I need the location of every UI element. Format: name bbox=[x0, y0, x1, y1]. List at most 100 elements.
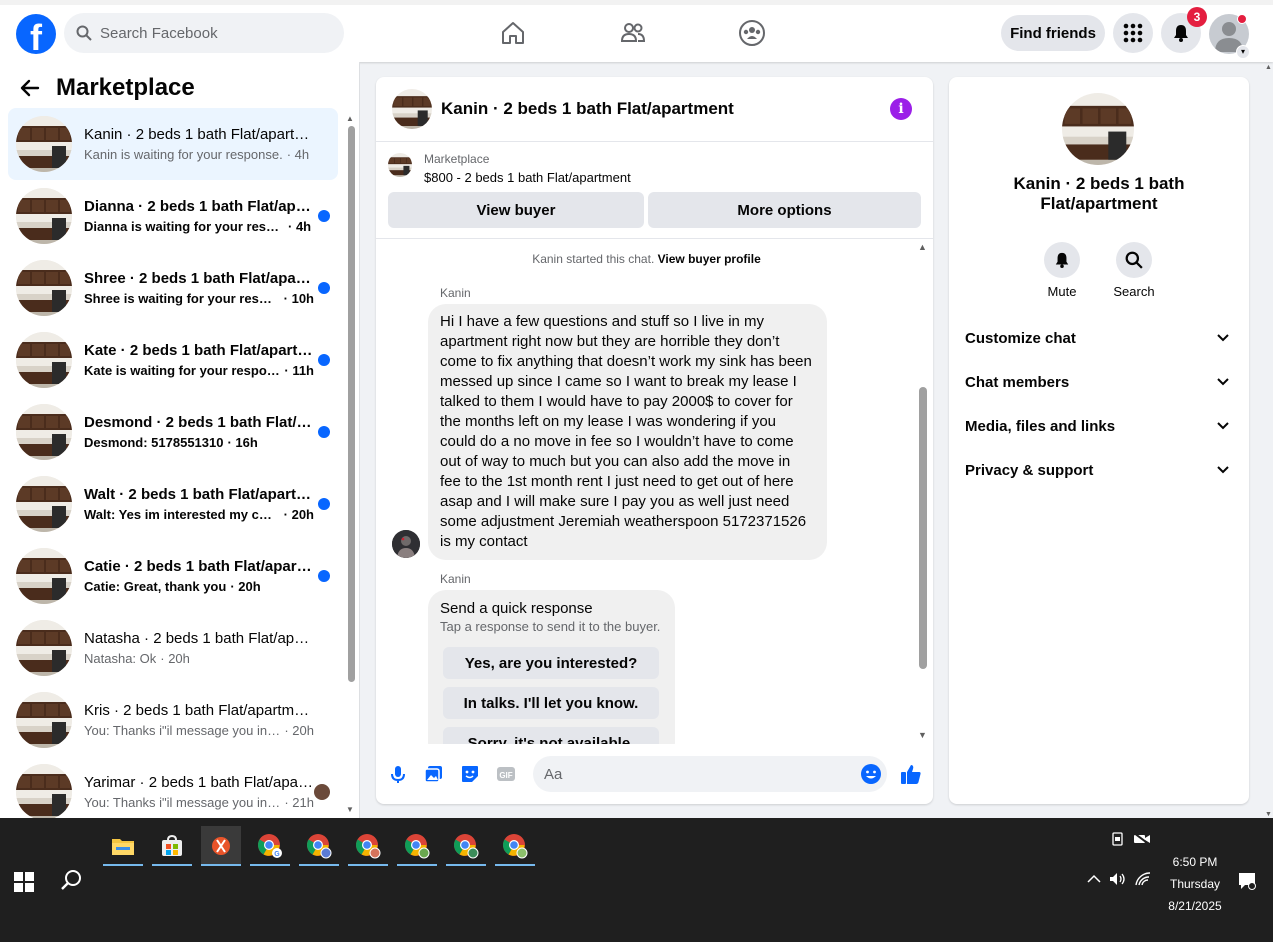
listing-thumbnail bbox=[16, 188, 72, 244]
speaker-icon[interactable] bbox=[1109, 872, 1127, 886]
microphone-icon[interactable] bbox=[386, 762, 410, 786]
conversation-preview: Kate is waiting for your response. · 11h bbox=[84, 363, 314, 378]
customize-chat-row[interactable]: Customize chat bbox=[965, 316, 1233, 360]
sidebar-header: Marketplace bbox=[20, 74, 195, 102]
listing-price[interactable]: $800 - 2 beds 1 bath Flat/apartment bbox=[424, 170, 631, 185]
conversation-item[interactable]: Kate · 2 beds 1 bath Flat/apartment Kate … bbox=[8, 324, 338, 396]
menu-grid-button[interactable] bbox=[1113, 13, 1153, 53]
store-icon[interactable] bbox=[152, 826, 192, 866]
preview-time: · 16h bbox=[227, 435, 258, 450]
photo-icon[interactable] bbox=[422, 762, 446, 786]
groups-nav-icon[interactable] bbox=[736, 17, 768, 49]
notifications-button[interactable]: 3 bbox=[1161, 7, 1207, 53]
facebook-logo[interactable]: f bbox=[16, 14, 56, 54]
home-nav-icon[interactable] bbox=[497, 17, 529, 49]
system-clock[interactable]: 6:50 PM Thursday 8/21/2025 bbox=[1160, 851, 1230, 917]
listing-thumbnail bbox=[16, 404, 72, 460]
conversation-item[interactable]: Kanin · 2 beds 1 bath Flat/apartment Kani… bbox=[8, 108, 338, 180]
friends-nav-icon[interactable] bbox=[617, 17, 649, 49]
conversation-text: Kate · 2 beds 1 bath Flat/apartment Kate … bbox=[84, 342, 314, 378]
conversation-item[interactable]: Desmond · 2 beds 1 bath Flat/apartment De… bbox=[8, 396, 338, 468]
conversation-item[interactable]: Walt · 2 beds 1 bath Flat/apartment Walt:… bbox=[8, 468, 338, 540]
grid-icon bbox=[1123, 23, 1143, 43]
camera-off-icon[interactable] bbox=[1133, 832, 1151, 846]
mute-action[interactable]: Mute bbox=[1032, 242, 1092, 299]
listing-thumbnail[interactable] bbox=[392, 89, 432, 129]
search-icon bbox=[1125, 251, 1143, 269]
conversation-item[interactable]: Catie · 2 beds 1 bath Flat/apartment Cati… bbox=[8, 540, 338, 612]
conversation-name: Yarimar · 2 beds 1 bath Flat/apartment bbox=[84, 774, 314, 791]
sticker-icon[interactable] bbox=[458, 762, 482, 786]
chrome-profile-2-icon[interactable] bbox=[299, 826, 339, 866]
quick-response-not-available[interactable]: Sorry, it's not available. bbox=[443, 727, 659, 744]
conversation-item[interactable]: Kris · 2 beds 1 bath Flat/apartment You: … bbox=[8, 684, 338, 756]
preview-text: Walt: Yes im interested my contact bbox=[84, 507, 280, 522]
search-label: Search bbox=[1113, 284, 1155, 299]
chrome-profile-6-icon[interactable] bbox=[495, 826, 535, 866]
message-bubble[interactable]: Hi I have a few questions and stuff so I… bbox=[428, 304, 827, 560]
chevron-down-icon bbox=[1217, 334, 1229, 342]
search-action[interactable]: Search bbox=[1104, 242, 1164, 299]
chrome-profile-4-icon[interactable] bbox=[397, 826, 437, 866]
conversation-text: Natasha · 2 beds 1 bath Flat/apartment Na… bbox=[84, 630, 314, 666]
listing-thumbnail bbox=[16, 692, 72, 748]
conversation-item[interactable]: Dianna · 2 beds 1 bath Flat/apartment Dia… bbox=[8, 180, 338, 252]
notification-center-icon[interactable] bbox=[1238, 872, 1256, 890]
wifi-icon[interactable] bbox=[1135, 872, 1151, 886]
conversation-name: Catie · 2 beds 1 bath Flat/apartment bbox=[84, 558, 314, 575]
listing-thumbnail bbox=[16, 764, 72, 820]
quick-response-interested[interactable]: Yes, are you interested? bbox=[443, 647, 659, 679]
more-options-button[interactable]: More options bbox=[648, 192, 921, 228]
conversation-text: Kris · 2 beds 1 bath Flat/apartment You: … bbox=[84, 702, 314, 738]
tray-chevron-up-icon[interactable] bbox=[1087, 874, 1101, 884]
marketplace-sidebar: Marketplace Kanin · 2 beds 1 bath Flat/a… bbox=[0, 62, 360, 820]
taskbar-search-icon[interactable] bbox=[60, 868, 84, 892]
buyer-avatar[interactable] bbox=[392, 530, 420, 558]
chrome-profile-5-icon[interactable] bbox=[446, 826, 486, 866]
sidebar-scroll-thumb[interactable] bbox=[348, 126, 355, 682]
gif-icon[interactable]: GIF bbox=[494, 762, 518, 786]
page-scrollbar[interactable]: ▲ ▼ bbox=[1265, 62, 1273, 818]
view-buyer-button[interactable]: View buyer bbox=[388, 192, 644, 228]
message-input[interactable] bbox=[533, 756, 887, 792]
view-buyer-profile-link[interactable]: View buyer profile bbox=[658, 252, 761, 266]
privacy-support-label: Privacy & support bbox=[965, 461, 1094, 479]
back-arrow-icon[interactable] bbox=[20, 78, 40, 98]
meet-now-icon[interactable] bbox=[1111, 832, 1125, 846]
details-listing-photo[interactable] bbox=[1062, 93, 1134, 165]
find-friends-button[interactable]: Find friends bbox=[1001, 15, 1105, 51]
conversation-text: Kanin · 2 beds 1 bath Flat/apartment Kani… bbox=[84, 126, 314, 162]
chat-started-notice: Kanin started this chat. View buyer prof… bbox=[376, 252, 917, 266]
preview-text: Shree is waiting for your response. bbox=[84, 291, 280, 306]
conversation-text: Walt · 2 beds 1 bath Flat/apartment Walt:… bbox=[84, 486, 314, 522]
info-icon[interactable]: i bbox=[890, 98, 912, 120]
clock-day: Thursday bbox=[1169, 877, 1221, 891]
emoji-icon[interactable] bbox=[859, 762, 883, 786]
scroll-down-arrow[interactable]: ▼ bbox=[918, 730, 927, 740]
file-explorer-icon[interactable] bbox=[103, 826, 143, 866]
snipping-tool-icon[interactable] bbox=[201, 826, 241, 866]
listing-thumbnail bbox=[16, 260, 72, 316]
conversation-item[interactable]: Shree · 2 beds 1 bath Flat/apartment Shre… bbox=[8, 252, 338, 324]
chrome-profile-3-icon[interactable] bbox=[348, 826, 388, 866]
media-files-row[interactable]: Media, files and links bbox=[965, 404, 1233, 448]
chat-window: Kanin · 2 beds 1 bath Flat/apartment i M… bbox=[376, 77, 933, 804]
conversation-item[interactable]: Natasha · 2 beds 1 bath Flat/apartment Na… bbox=[8, 612, 338, 684]
chat-members-row[interactable]: Chat members bbox=[965, 360, 1233, 404]
chat-scroll-thumb[interactable] bbox=[919, 387, 927, 669]
conversation-preview: Natasha: Ok · 20h bbox=[84, 651, 314, 666]
search-icon bbox=[76, 25, 92, 41]
search-input[interactable] bbox=[100, 24, 320, 42]
search-box[interactable] bbox=[64, 13, 344, 53]
privacy-support-row[interactable]: Privacy & support bbox=[965, 448, 1233, 492]
windows-start-icon[interactable] bbox=[14, 872, 34, 892]
quick-response-in-talks[interactable]: In talks. I'll let you know. bbox=[443, 687, 659, 719]
chrome-profile-1-icon[interactable]: G bbox=[250, 826, 290, 866]
chat-header: Kanin · 2 beds 1 bath Flat/apartment i bbox=[376, 77, 933, 142]
scroll-up-arrow[interactable]: ▲ bbox=[918, 242, 927, 252]
listing-small-thumbnail bbox=[388, 153, 412, 177]
chevron-down-icon[interactable]: ▾ bbox=[1236, 45, 1250, 59]
listing-thumbnail bbox=[16, 548, 72, 604]
like-thumb-icon[interactable] bbox=[899, 762, 923, 786]
unread-dot bbox=[318, 282, 330, 294]
